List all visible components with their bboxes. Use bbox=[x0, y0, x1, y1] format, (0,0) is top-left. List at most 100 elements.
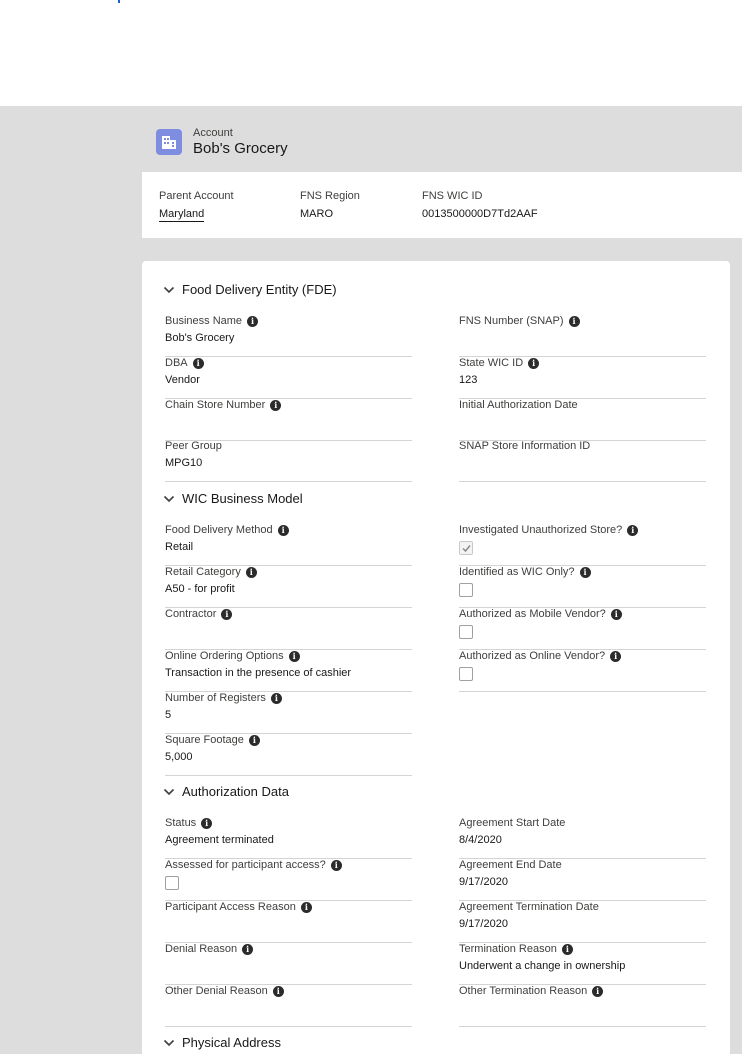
wic-only-label: Identified as WIC Only? i bbox=[459, 566, 591, 578]
retail-category-value: A50 - for profit bbox=[165, 583, 235, 595]
termination-reason-value: Underwent a change in ownership bbox=[459, 960, 626, 972]
info-icon[interactable]: i bbox=[270, 692, 282, 704]
cursor-dot bbox=[118, 0, 120, 3]
agreement-termination-label: Agreement Termination Date bbox=[459, 901, 599, 913]
fns-region-label: FNS Region bbox=[300, 190, 360, 202]
peer-group-field: Peer Group MPG10 bbox=[165, 440, 412, 482]
business-name-field: Business Name i Bob's Grocery bbox=[165, 315, 412, 357]
info-icon[interactable]: i bbox=[192, 357, 204, 369]
status-field: Status i Agreement terminated bbox=[165, 817, 412, 859]
info-icon[interactable]: i bbox=[330, 859, 342, 871]
square-footage-value: 5,000 bbox=[165, 751, 193, 763]
chevron-down-icon bbox=[163, 495, 175, 503]
info-icon[interactable]: i bbox=[248, 734, 260, 746]
dba-field: DBA i Vendor bbox=[165, 357, 412, 399]
contractor-label: Contractor i bbox=[165, 608, 233, 620]
section-title-wic: WIC Business Model bbox=[182, 491, 303, 506]
fns-region-field: FNS Region MARO bbox=[300, 190, 360, 220]
parent-account-field: Parent Account Maryland bbox=[159, 190, 234, 222]
online-ordering-label: Online Ordering Options i bbox=[165, 650, 300, 662]
fns-wic-id-value: 0013500000D7Td2AAF bbox=[422, 208, 538, 220]
info-icon[interactable]: i bbox=[201, 817, 213, 829]
food-delivery-value: Retail bbox=[165, 541, 194, 553]
wic-only-field: Identified as WIC Only? i bbox=[459, 566, 706, 608]
account-building-icon bbox=[156, 129, 182, 155]
fns-number-field: FNS Number (SNAP) i bbox=[459, 315, 706, 357]
info-icon[interactable]: i bbox=[277, 524, 289, 536]
assessed-checkbox[interactable] bbox=[165, 876, 179, 890]
registers-value: 5 bbox=[165, 709, 172, 721]
online-vendor-field: Authorized as Online Vendor? i bbox=[459, 650, 706, 692]
square-footage-label: Square Footage i bbox=[165, 734, 260, 746]
registers-field: Number of Registers i 5 bbox=[165, 692, 412, 734]
agreement-end-label: Agreement End Date bbox=[459, 859, 562, 871]
info-icon[interactable]: i bbox=[272, 985, 284, 997]
chevron-down-icon bbox=[163, 788, 175, 796]
parent-account-link[interactable]: Maryland bbox=[159, 208, 205, 222]
record-object-type: Account bbox=[193, 127, 233, 139]
fns-number-label: FNS Number (SNAP) i bbox=[459, 315, 580, 327]
record-header: Account Bob's Grocery bbox=[142, 118, 742, 172]
mobile-vendor-checkbox[interactable] bbox=[459, 625, 473, 639]
info-icon[interactable]: i bbox=[247, 315, 259, 327]
initial-auth-date-label: Initial Authorization Date bbox=[459, 399, 578, 411]
termination-reason-field: Termination Reason i Underwent a change i… bbox=[459, 943, 706, 985]
info-icon[interactable]: i bbox=[592, 985, 604, 997]
wic-only-checkbox[interactable] bbox=[459, 583, 473, 597]
fns-wic-id-label: FNS WIC ID bbox=[422, 190, 483, 202]
info-icon[interactable]: i bbox=[627, 524, 639, 536]
online-vendor-label: Authorized as Online Vendor? i bbox=[459, 650, 622, 662]
business-name-label: Business Name i bbox=[165, 315, 259, 327]
square-footage-field: Square Footage i 5,000 bbox=[165, 734, 412, 776]
fns-region-value: MARO bbox=[300, 208, 333, 220]
other-termination-field: Other Termination Reason i bbox=[459, 985, 706, 1027]
retail-category-field: Retail Category i A50 - for profit bbox=[165, 566, 412, 608]
checkmark-icon bbox=[462, 545, 471, 553]
investigated-label: Investigated Unauthorized Store? i bbox=[459, 524, 639, 536]
assessed-field: Assessed for participant access? i bbox=[165, 859, 412, 901]
info-icon[interactable]: i bbox=[288, 650, 300, 662]
chain-store-label: Chain Store Number i bbox=[165, 399, 282, 411]
section-title-physical-address: Physical Address bbox=[182, 1035, 281, 1050]
agreement-start-label: Agreement Start Date bbox=[459, 817, 566, 829]
other-denial-field: Other Denial Reason i bbox=[165, 985, 412, 1027]
denial-reason-field: Denial Reason i bbox=[165, 943, 412, 985]
fns-wic-id-field: FNS WIC ID 0013500000D7Td2AAF bbox=[422, 190, 538, 220]
state-wic-id-value: 123 bbox=[459, 374, 478, 386]
info-icon[interactable]: i bbox=[270, 399, 282, 411]
status-value: Agreement terminated bbox=[165, 834, 274, 846]
info-icon[interactable]: i bbox=[245, 566, 257, 578]
info-icon[interactable]: i bbox=[610, 608, 622, 620]
state-wic-id-label: State WIC ID i bbox=[459, 357, 540, 369]
chain-store-field: Chain Store Number i bbox=[165, 399, 412, 441]
dba-label: DBA i bbox=[165, 357, 204, 369]
investigated-field: Investigated Unauthorized Store? i bbox=[459, 524, 706, 566]
online-ordering-field: Online Ordering Options i Transaction in … bbox=[165, 650, 412, 692]
info-icon[interactable]: i bbox=[579, 566, 591, 578]
agreement-end-field: Agreement End Date 9/17/2020 bbox=[459, 859, 706, 901]
online-vendor-checkbox[interactable] bbox=[459, 667, 473, 681]
info-icon[interactable]: i bbox=[528, 357, 540, 369]
termination-reason-label: Termination Reason i bbox=[459, 943, 573, 955]
info-icon[interactable]: i bbox=[242, 943, 254, 955]
food-delivery-label: Food Delivery Method i bbox=[165, 524, 289, 536]
highlights-panel: Parent Account Maryland FNS Region MARO … bbox=[142, 172, 742, 238]
investigated-checkbox[interactable] bbox=[459, 541, 473, 555]
info-icon[interactable]: i bbox=[221, 608, 233, 620]
chevron-down-icon bbox=[163, 1039, 175, 1047]
dba-value: Vendor bbox=[165, 374, 200, 386]
assessed-label: Assessed for participant access? i bbox=[165, 859, 342, 871]
other-denial-label: Other Denial Reason i bbox=[165, 985, 284, 997]
info-icon[interactable]: i bbox=[300, 901, 312, 913]
info-icon[interactable]: i bbox=[561, 943, 573, 955]
food-delivery-field: Food Delivery Method i Retail bbox=[165, 524, 412, 566]
info-icon[interactable]: i bbox=[568, 315, 580, 327]
parent-account-label: Parent Account bbox=[159, 190, 234, 202]
retail-category-label: Retail Category i bbox=[165, 566, 257, 578]
info-icon[interactable]: i bbox=[610, 650, 622, 662]
agreement-start-field: Agreement Start Date 8/4/2020 bbox=[459, 817, 706, 859]
top-blank-area bbox=[0, 0, 742, 106]
agreement-termination-value: 9/17/2020 bbox=[459, 918, 508, 930]
other-termination-label: Other Termination Reason i bbox=[459, 985, 604, 997]
agreement-termination-field: Agreement Termination Date 9/17/2020 bbox=[459, 901, 706, 943]
